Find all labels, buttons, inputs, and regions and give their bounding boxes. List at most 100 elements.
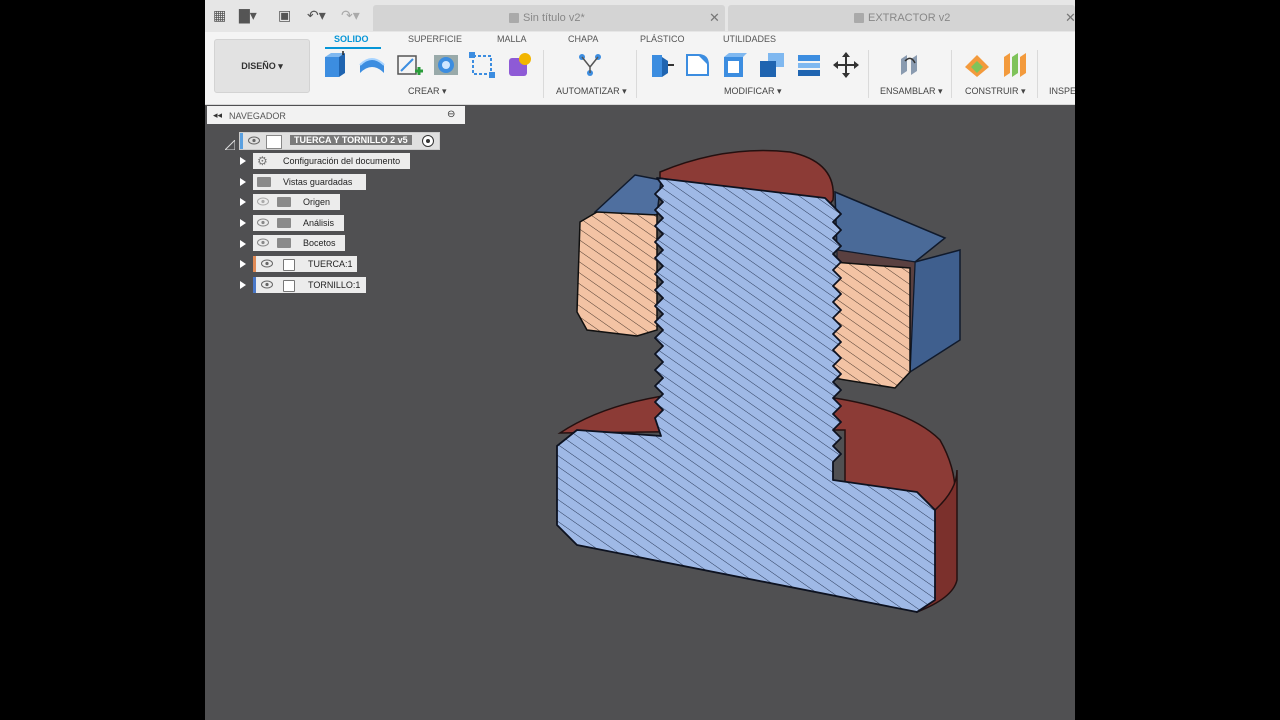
tab-label: Sin título v2* — [523, 12, 585, 24]
ribbon-toolbar: DISEÑO ▾ SOLIDO SUPERFICIE MALLA CHAPA P… — [205, 32, 1075, 105]
item-label: Bocetos — [303, 238, 336, 248]
tab-sin-titulo[interactable]: Sin título v2* ✕ — [373, 5, 725, 31]
item-label: Análisis — [303, 218, 335, 228]
expand-arrow-icon[interactable] — [240, 198, 246, 206]
split-body-icon[interactable] — [795, 51, 823, 79]
tab-label: EXTRACTOR v2 — [868, 12, 951, 24]
root-expand-arrow[interactable] — [223, 137, 236, 155]
midplane-icon[interactable] — [1000, 51, 1028, 79]
tab-extractor[interactable]: EXTRACTOR v2 ✕ — [728, 5, 1075, 31]
component-icon — [283, 280, 295, 292]
root-color-bar — [240, 133, 243, 149]
automatizar-menu[interactable]: AUTOMATIZAR ▾ — [556, 86, 627, 97]
eye-icon[interactable] — [257, 238, 269, 247]
eye-hidden-icon[interactable] — [257, 197, 269, 206]
form-icon[interactable] — [505, 51, 533, 79]
shell-icon[interactable] — [721, 51, 749, 79]
separator — [1037, 50, 1038, 98]
gear-icon: ⚙ — [257, 154, 268, 168]
file-icon[interactable]: ▇▾ — [239, 7, 257, 24]
close-icon[interactable]: ✕ — [709, 10, 720, 26]
browser-item-analysis[interactable]: Análisis — [253, 215, 344, 231]
tab-superficie[interactable]: SUPERFICIE — [408, 34, 462, 44]
eye-icon[interactable] — [257, 218, 269, 227]
minimize-icon[interactable]: ⊖ — [447, 109, 455, 120]
tab-plastico[interactable]: PLÁSTICO — [640, 34, 685, 44]
component-icon — [283, 259, 295, 271]
tab-solido[interactable]: SOLIDO — [334, 34, 369, 44]
ensamblar-menu[interactable]: ENSAMBLAR ▾ — [880, 86, 943, 97]
browser-item-bolt-component[interactable]: TORNILLO:1 — [253, 277, 366, 293]
item-label: Vistas guardadas — [283, 177, 353, 187]
fusion-app-window: ▦ ▇▾ ▣ ↶▾ ↷▾ Sin título v2* ✕ EXTRACTOR … — [205, 0, 1075, 720]
item-label: TORNILLO:1 — [308, 280, 361, 290]
root-node-label: TUERCA Y TORNILLO 2 v5 — [290, 135, 412, 145]
workspace-label: DISEÑO — [241, 61, 276, 71]
document-cube-icon — [854, 13, 864, 23]
component-color-bar — [253, 277, 256, 293]
active-tab-indicator — [325, 47, 381, 49]
tab-chapa[interactable]: CHAPA — [568, 34, 598, 44]
modificar-menu[interactable]: MODIFICAR ▾ — [724, 86, 782, 97]
eye-icon[interactable] — [261, 259, 273, 268]
browser-item-sketches[interactable]: Bocetos — [253, 235, 345, 251]
automatizar-label: AUTOMATIZAR — [556, 86, 620, 96]
project-icon[interactable] — [468, 51, 496, 79]
automate-icon[interactable] — [576, 51, 604, 79]
redo-icon[interactable]: ↷▾ — [341, 7, 360, 24]
construir-menu[interactable]: CONSTRUIR ▾ — [965, 86, 1026, 97]
offset-plane-icon[interactable] — [963, 51, 991, 79]
tab-bar: ▦ ▇▾ ▣ ↶▾ ↷▾ Sin título v2* ✕ EXTRACTOR … — [205, 0, 1075, 33]
create-sketch-icon[interactable] — [395, 51, 423, 79]
navigator-title: NAVEGADOR — [229, 111, 286, 121]
extrude-icon[interactable] — [358, 51, 386, 79]
collapse-panel-icon[interactable]: ◂◂ — [213, 110, 222, 121]
item-label: TUERCA:1 — [308, 259, 353, 269]
expand-arrow-icon[interactable] — [240, 240, 246, 248]
undo-icon[interactable]: ↶▾ — [307, 7, 326, 24]
activate-radio-icon[interactable] — [422, 135, 434, 147]
folder-icon — [277, 238, 291, 248]
separator — [951, 50, 952, 98]
ensamblar-label: ENSAMBLAR — [880, 86, 936, 96]
eye-icon[interactable] — [261, 280, 273, 289]
move-icon[interactable] — [832, 51, 860, 79]
combine-icon[interactable] — [758, 51, 786, 79]
expand-arrow-icon[interactable] — [240, 178, 246, 186]
tab-utilidades[interactable]: UTILIDADES — [723, 34, 776, 44]
new-component-icon[interactable] — [321, 51, 349, 79]
tab-malla[interactable]: MALLA — [497, 34, 527, 44]
expand-arrow-icon[interactable] — [240, 157, 246, 165]
separator — [543, 50, 544, 98]
crear-menu[interactable]: CREAR ▾ — [408, 86, 447, 97]
browser-root-node[interactable]: TUERCA Y TORNILLO 2 v5 — [239, 132, 440, 150]
modificar-label: MODIFICAR — [724, 86, 775, 96]
inspeccionar-menu[interactable]: INSPEC — [1049, 86, 1075, 96]
browser-item-origin[interactable]: Origen — [253, 194, 340, 210]
browser-item-nut-component[interactable]: TUERCA:1 — [253, 256, 357, 272]
fillet-icon[interactable] — [684, 51, 712, 79]
crear-label: CREAR — [408, 86, 440, 96]
collapse-triangle-icon[interactable] — [223, 138, 236, 151]
expand-arrow-icon[interactable] — [240, 219, 246, 227]
expand-arrow-icon[interactable] — [240, 281, 246, 289]
grid-icon[interactable]: ▦ — [213, 7, 226, 24]
document-cube-icon — [509, 13, 519, 23]
close-icon[interactable]: ✕ — [1065, 10, 1075, 26]
save-icon[interactable]: ▣ — [278, 7, 291, 24]
workspace-switcher-button[interactable]: DISEÑO ▾ — [214, 39, 310, 93]
component-color-bar — [253, 256, 256, 272]
construir-label: CONSTRUIR — [965, 86, 1019, 96]
folder-icon — [277, 218, 291, 228]
browser-item-document-settings[interactable]: ⚙ Configuración del documento — [253, 153, 410, 169]
browser-item-saved-views[interactable]: Vistas guardadas — [253, 174, 366, 190]
eye-icon[interactable] — [248, 136, 260, 145]
separator — [868, 50, 869, 98]
press-pull-icon[interactable] — [648, 51, 676, 79]
revolve-icon[interactable] — [432, 51, 460, 79]
separator — [636, 50, 637, 98]
navigator-header[interactable]: ◂◂ NAVEGADOR ⊖ — [207, 106, 465, 124]
document-icon — [266, 135, 282, 149]
joint-icon[interactable] — [897, 51, 925, 79]
expand-arrow-icon[interactable] — [240, 260, 246, 268]
